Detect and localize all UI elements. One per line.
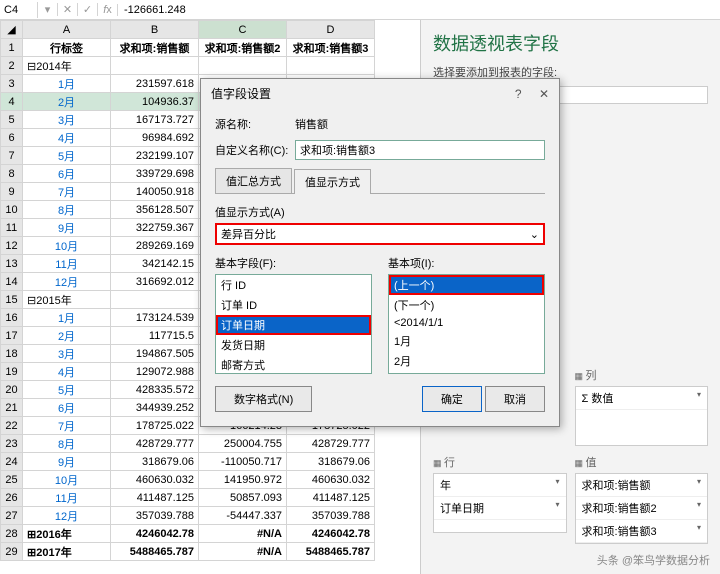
cancel-button[interactable]: 取消 [485,386,545,412]
close-icon[interactable]: ✕ [539,87,549,101]
help-icon[interactable]: ? [515,87,522,101]
show-as-combo[interactable]: 差异百分比⌄ [215,223,545,245]
rows-drop-area[interactable]: 年订单日期 [433,473,567,533]
custom-name-label: 自定义名称(C): [215,142,295,158]
columns-area-label: 列 [575,367,709,383]
col-header-c[interactable]: C [199,21,287,39]
cancel-icon[interactable]: ✕ [58,3,78,16]
confirm-icon[interactable]: ✓ [78,3,98,16]
values-area-label: 值 [575,454,709,470]
show-as-label: 值显示方式(A) [215,204,545,220]
base-item-label: 基本项(I): [388,255,545,271]
tab-show-as[interactable]: 值显示方式 [294,169,371,194]
dropdown-icon[interactable]: ▾ [38,3,58,16]
tab-summarize[interactable]: 值汇总方式 [215,168,292,193]
col-header-d[interactable]: D [287,21,375,39]
base-field-label: 基本字段(F): [215,255,372,271]
ok-button[interactable]: 确定 [422,386,482,412]
base-field-listbox[interactable]: 行 ID订单 ID订单日期发货日期邮寄方式客户 ID [215,274,372,374]
fx-icon[interactable]: fx [98,4,118,16]
chevron-down-icon: ⌄ [530,228,539,241]
watermark: @笨鸟学数据分析 [597,552,710,568]
dialog-title: 值字段设置 [211,85,271,102]
pane-title: 数据透视表字段 [433,30,708,56]
select-all-corner[interactable]: ◢ [1,21,23,39]
rows-area-label: 行 [433,454,567,470]
custom-name-input[interactable] [295,140,545,160]
name-box[interactable]: C4 [0,2,38,18]
value-field-settings-dialog: 值字段设置 ? ✕ 源名称: 销售额 自定义名称(C): 值汇总方式 值显示方式… [200,78,560,427]
values-drop-area[interactable]: 求和项:销售额求和项:销售额2求和项:销售额3 [575,473,709,544]
base-item-listbox[interactable]: (上一个)(下一个)<2014/1/11月2月3月 [388,274,545,374]
formula-bar: C4 ▾ ✕ ✓ fx -126661.248 [0,0,720,20]
col-header-b[interactable]: B [111,21,199,39]
source-name-value: 销售额 [295,116,328,132]
formula-value[interactable]: -126661.248 [118,4,186,16]
col-header-a[interactable]: A [23,21,111,39]
number-format-button[interactable]: 数字格式(N) [215,386,312,412]
columns-drop-area[interactable]: Σ 数值 [575,386,709,446]
source-name-label: 源名称: [215,116,295,132]
